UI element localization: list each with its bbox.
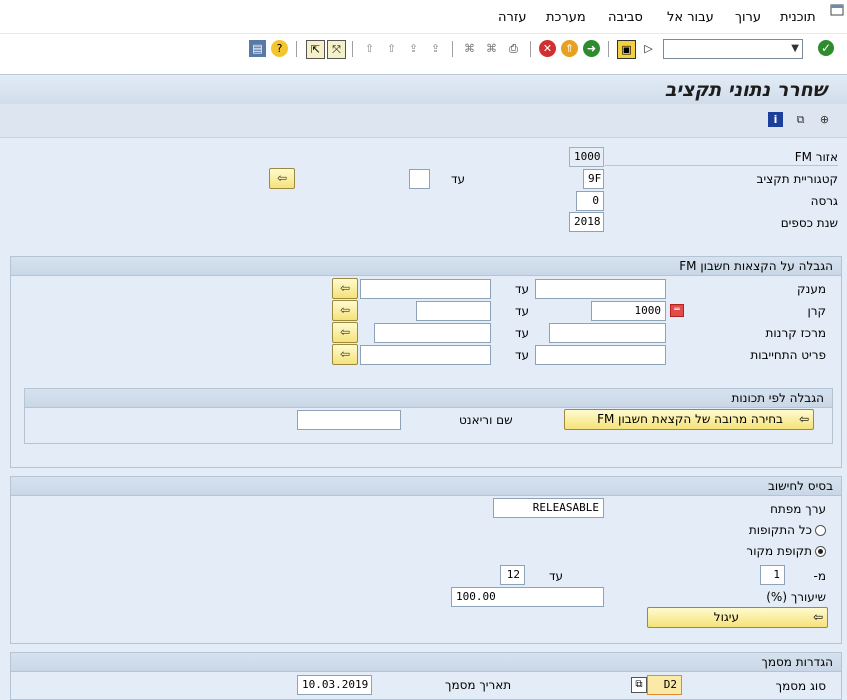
maximize-icon[interactable]: ⇱ <box>306 40 325 59</box>
budget-category-to-field[interactable] <box>409 169 430 189</box>
arrow-left-icon: ⇦ <box>339 325 351 339</box>
period-to-label: עד <box>549 569 564 583</box>
collapse-icon[interactable]: ▷ <box>640 40 657 57</box>
menu-edit[interactable]: ערוך <box>735 10 761 25</box>
create-session-icon[interactable]: ⇧ <box>361 40 378 57</box>
save-icon[interactable]: ▣ <box>617 40 636 59</box>
grant-label: מענק <box>797 282 826 296</box>
find-next-icon[interactable]: ⌘ <box>461 40 478 57</box>
commitment-item-from-field[interactable] <box>535 345 666 365</box>
grant-to-label: עד <box>515 282 530 296</box>
chevron-down-icon[interactable]: ▼ <box>791 43 799 54</box>
attributes-title: הגבלה לפי תכונות <box>731 391 824 405</box>
version-field[interactable]: 0 <box>576 191 604 211</box>
check-icon[interactable]: ✓ <box>818 40 834 56</box>
fund-multiple-selection-button[interactable]: ⇦ <box>332 300 358 321</box>
variant-name-label: שם וריאנט <box>459 413 513 427</box>
rounding-button[interactable]: ⇦ עיגול <box>647 607 828 628</box>
document-type-field[interactable]: D2 <box>647 675 682 695</box>
source-period-label: תקופת מקור <box>746 544 812 558</box>
all-periods-label: כל התקופות <box>748 523 812 537</box>
page-next-icon[interactable]: ⇪ <box>427 40 444 57</box>
window-menu-icon[interactable] <box>830 4 844 16</box>
arrow-left-icon: ⇦ <box>339 347 351 361</box>
key-value-label: ערך מפתח <box>770 502 826 516</box>
fm-area-label: אזור FM <box>794 150 838 164</box>
execute-icon[interactable]: ⊕ <box>817 112 832 127</box>
commitment-item-label: פריט התחייבות <box>750 348 826 362</box>
page-last-icon[interactable]: ⇪ <box>405 40 422 57</box>
period-from-field[interactable]: 1 <box>760 565 785 585</box>
fiscal-year-label: שנת כספים <box>780 216 838 230</box>
fm-account-multi-select-button[interactable]: ⇦ בחירה מרובה של הקצאת חשבון FM <box>564 409 814 430</box>
variant-name-field[interactable] <box>297 410 401 430</box>
multiple-selection-button[interactable]: ⇦ <box>269 168 295 189</box>
funds-center-label: מרכז קרנות <box>765 326 827 340</box>
fund-from-field[interactable]: 1000 <box>591 301 666 321</box>
selection-option-icon[interactable]: ═ <box>670 304 684 317</box>
layout-icon[interactable]: ▤ <box>249 40 266 57</box>
source-period-radio[interactable] <box>815 546 826 557</box>
all-periods-radio[interactable] <box>815 525 826 536</box>
menu-system[interactable]: מערכת <box>546 10 586 25</box>
menu-environment[interactable]: סביבה <box>608 10 643 25</box>
period-from-label: מ- <box>813 569 826 583</box>
application-toolbar: i ⧉ ⊕ <box>0 104 847 138</box>
fm-restriction-title: הגבלה על הקצאות חשבון FM <box>679 259 833 273</box>
percentage-label: שיעורך (%) <box>766 590 826 604</box>
fm-area-field[interactable]: 1000 <box>569 147 604 167</box>
calculation-basis-title: בסיס לחישוב <box>767 479 833 493</box>
grant-to-field[interactable] <box>360 279 491 299</box>
period-to-field[interactable]: 12 <box>500 565 525 585</box>
info-icon[interactable]: i <box>768 112 783 127</box>
arrow-left-icon: ⇦ <box>798 412 809 426</box>
exit-icon[interactable]: ⇑ <box>561 40 578 57</box>
grant-multiple-selection-button[interactable]: ⇦ <box>332 278 358 299</box>
fund-to-field[interactable] <box>416 301 491 321</box>
page-title: שחרר נתוני תקציב <box>664 79 827 101</box>
help-icon[interactable]: ? <box>271 40 288 57</box>
funds-center-to-field[interactable] <box>374 323 491 343</box>
document-settings-group: הגדרות מסמך <box>10 652 842 700</box>
budget-category-label: קטגוריית תקציב <box>756 172 839 186</box>
arrow-left-icon: ⇦ <box>812 610 823 624</box>
budget-category-to-label: עד <box>451 172 466 186</box>
commitment-item-to-label: עד <box>515 348 530 362</box>
fund-to-label: עד <box>515 304 530 318</box>
document-settings-title: הגדרות מסמך <box>761 655 833 669</box>
find-icon[interactable]: ⌘ <box>483 40 500 57</box>
arrow-left-icon: ⇦ <box>339 303 351 317</box>
menu-goto[interactable]: עבור אל <box>667 10 714 25</box>
fiscal-year-field[interactable]: 2018 <box>569 212 604 232</box>
shortcut-icon[interactable]: ⇧ <box>383 40 400 57</box>
copy-icon[interactable]: ⧉ <box>793 112 808 127</box>
copy-icon[interactable]: ⧉ <box>631 677 647 693</box>
document-date-label: תאריך מסמך <box>445 678 512 692</box>
funds-center-to-label: עד <box>515 326 530 340</box>
document-date-field[interactable]: 10.03.2019 <box>297 675 372 695</box>
key-value-field[interactable]: RELEASABLE <box>493 498 604 518</box>
menu-bar: תוכנית ערוך עבור אל סביבה מערכת עזרה <box>0 0 847 33</box>
percentage-field[interactable]: 100.00 <box>451 587 604 607</box>
command-field[interactable]: ▼ <box>663 39 803 59</box>
funds-center-multiple-selection-button[interactable]: ⇦ <box>332 322 358 343</box>
back-icon[interactable]: ➜ <box>583 40 600 57</box>
menu-program[interactable]: תוכנית <box>780 10 816 25</box>
standard-toolbar: ▤ ? ⇱ ⤧ ⇧ ⇧ ⇪ ⇪ ⌘ ⌘ ⎙ ✕ ⇑ ➜ ▣ ▷ ▼ ✓ <box>0 33 847 65</box>
document-type-label: סוג מסמך <box>775 679 826 693</box>
budget-category-field[interactable]: 9F <box>583 169 604 189</box>
arrow-left-icon: ⇦ <box>339 281 351 295</box>
grant-from-field[interactable] <box>535 279 666 299</box>
menu-help[interactable]: עזרה <box>498 10 526 25</box>
title-bar: שחרר נתוני תקציב <box>0 74 847 105</box>
funds-center-from-field[interactable] <box>549 323 666 343</box>
version-label: גרסה <box>810 194 838 208</box>
fund-label: קרן <box>807 304 826 318</box>
cancel-icon[interactable]: ✕ <box>539 40 556 57</box>
commitment-item-to-field[interactable] <box>360 345 491 365</box>
commitment-item-multiple-selection-button[interactable]: ⇦ <box>332 344 358 365</box>
print-icon[interactable]: ⎙ <box>505 40 522 57</box>
arrow-left-icon: ⇦ <box>276 171 288 185</box>
minimize-icon[interactable]: ⤧ <box>327 40 346 59</box>
